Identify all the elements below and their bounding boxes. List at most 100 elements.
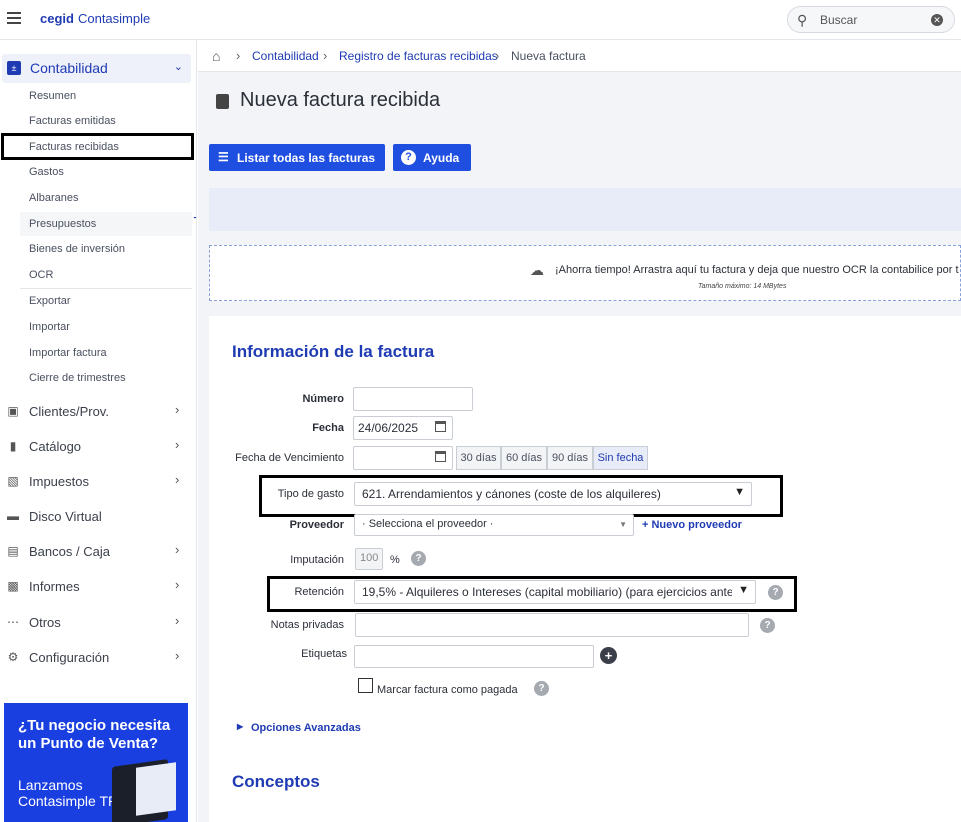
sidebar-item-label: Otros: [29, 615, 61, 630]
sidebar-item-label: Configuración: [29, 650, 110, 665]
chevron-right-icon: ›: [175, 402, 180, 417]
sidebar-section-label: Contabilidad: [30, 60, 108, 76]
pos-screen-image: [136, 762, 176, 816]
breadcrumb-item-current: Nueva factura: [511, 49, 586, 63]
help-icon[interactable]: ?: [534, 681, 549, 696]
fecha-value: 24/06/2025: [358, 421, 419, 435]
fecha-input[interactable]: 24/06/2025: [353, 416, 453, 440]
chevron-down-icon: ▼: [738, 584, 749, 596]
hard-drive-icon: ▬: [7, 509, 19, 523]
sidebar-item-otros[interactable]: ⋯ Otros ›: [0, 608, 195, 638]
sidebar-item-catalogo[interactable]: ▮ Catálogo ›: [0, 432, 195, 462]
numero-label: Número: [302, 393, 344, 405]
document-icon: [216, 94, 229, 109]
sidebar-subitem-presupuestos[interactable]: Presupuestos: [29, 218, 96, 230]
sidebar-item-impuestos[interactable]: ▧ Impuestos ›: [0, 467, 195, 497]
list-icon: ☰: [218, 150, 229, 164]
chevron-right-icon: ›: [175, 648, 180, 663]
sidebar-subitem-importar-factura[interactable]: Importar factura: [29, 347, 107, 359]
tipo-gasto-label: Tipo de gasto: [277, 488, 344, 500]
pagada-label: Marcar factura como pagada: [377, 684, 518, 696]
catalog-icon: ▮: [9, 439, 17, 453]
ocr-text: ¡Ahorra tiempo! Arrastra aquí tu factura…: [555, 264, 959, 276]
sidebar-subitem-resumen[interactable]: Resumen: [29, 90, 76, 102]
top-bar: cegid Contasimple ⚲ Buscar ✕: [0, 0, 961, 40]
sidebar-subitem-ocr[interactable]: OCR: [29, 269, 53, 281]
vencimiento-30-dias[interactable]: 30 días: [456, 446, 501, 470]
sidebar-item-informes[interactable]: ▩ Informes ›: [0, 572, 195, 602]
promo-headline: ¿Tu negocio necesita un Punto de Venta?: [18, 717, 171, 752]
tipo-gasto-select[interactable]: 621. Arrendamientos y cánones (coste de …: [354, 482, 752, 506]
invoice-form-card: Información de la factura Número Fecha 2…: [209, 316, 961, 822]
sidebar-subitem-facturas-emitidas[interactable]: Facturas emitidas: [29, 115, 116, 127]
calendar-icon[interactable]: [435, 451, 446, 462]
notas-textarea[interactable]: [355, 613, 749, 637]
clear-icon[interactable]: ✕: [931, 14, 943, 26]
help-button[interactable]: ? Ayuda: [393, 144, 471, 171]
sidebar-item-clientes[interactable]: ▣ Clientes/Prov. ›: [0, 397, 195, 427]
breadcrumb-separator: ›: [323, 48, 328, 63]
chevron-right-icon: ›: [175, 472, 180, 487]
more-dots-icon: ⋯: [7, 615, 19, 629]
home-icon[interactable]: ⌂: [212, 48, 220, 64]
ocr-dropzone[interactable]: ☁ ¡Ahorra tiempo! Arrastra aquí tu factu…: [209, 245, 961, 301]
tipo-gasto-value: 621. Arrendamientos y cánones (coste de …: [362, 487, 661, 501]
help-icon[interactable]: ?: [760, 618, 775, 633]
pagada-checkbox[interactable]: [358, 678, 373, 693]
list-all-invoices-button[interactable]: ☰ Listar todas las facturas: [209, 144, 385, 171]
retencion-label: Retención: [294, 586, 344, 598]
vencimiento-input[interactable]: [353, 446, 453, 470]
cloud-upload-icon: ☁: [530, 262, 544, 278]
sidebar-item-configuracion[interactable]: ⚙ Configuración ›: [0, 643, 195, 673]
proveedor-select[interactable]: · Selecciona el proveedor · ▼: [354, 514, 634, 536]
sidebar-item-label: Bancos / Caja: [29, 544, 110, 559]
sidebar-subitem-bienes[interactable]: Bienes de inversión: [29, 243, 125, 255]
proveedor-placeholder: · Selecciona el proveedor ·: [362, 518, 494, 530]
sidebar: ± Contabilidad ⌄ Resumen Facturas emitid…: [0, 40, 197, 822]
menu-icon[interactable]: [7, 12, 21, 24]
conceptos-title: Conceptos: [232, 772, 320, 791]
breadcrumb-item-contabilidad[interactable]: Contabilidad: [252, 49, 319, 63]
breadcrumb-separator: ›: [495, 48, 500, 63]
sidebar-subitem-albaranes[interactable]: Albaranes: [29, 192, 79, 204]
sidebar-divider: [20, 288, 192, 289]
search-placeholder: Buscar: [820, 13, 858, 27]
app-logo[interactable]: cegid Contasimple: [40, 11, 150, 26]
ocr-max-size: Tamaño máximo: 14 MBytes: [698, 283, 787, 290]
search-input[interactable]: ⚲ Buscar ✕: [787, 6, 955, 33]
breadcrumb-item-registro[interactable]: Registro de facturas recibidas: [339, 49, 498, 63]
sidebar-item-label: Disco Virtual: [29, 509, 102, 524]
breadcrumb: ⌂ › Contabilidad › Registro de facturas …: [198, 40, 961, 72]
sidebar-section-contabilidad[interactable]: ± Contabilidad ⌄: [2, 54, 191, 83]
retencion-select[interactable]: 19,5% - Alquileres o Intereses (capital …: [354, 580, 756, 604]
etiquetas-input[interactable]: [354, 645, 594, 668]
sidebar-subitem-importar[interactable]: Importar: [29, 321, 70, 333]
calendar-icon[interactable]: [435, 421, 446, 432]
sidebar-subitem-exportar[interactable]: Exportar: [29, 295, 71, 307]
sidebar-item-label: Clientes/Prov.: [29, 404, 109, 419]
nuevo-proveedor-link[interactable]: + Nuevo proveedor: [642, 519, 742, 531]
vencimiento-sin-fecha[interactable]: Sin fecha: [593, 446, 648, 470]
sidebar-item-disco-virtual[interactable]: ▬ Disco Virtual: [0, 502, 195, 532]
help-icon[interactable]: ?: [411, 551, 426, 566]
vencimiento-60-dias[interactable]: 60 días: [501, 446, 547, 470]
chevron-down-icon: ▼: [619, 520, 627, 529]
help-icon[interactable]: ?: [768, 585, 783, 600]
opciones-avanzadas-link[interactable]: Opciones Avanzadas: [251, 722, 361, 734]
imputacion-input[interactable]: 100: [355, 548, 383, 570]
chevron-down-icon: ▼: [734, 486, 745, 498]
numero-input[interactable]: [353, 387, 473, 411]
sidebar-item-bancos[interactable]: ▤ Bancos / Caja ›: [0, 537, 195, 567]
chevron-right-icon: ›: [175, 437, 180, 452]
promo-banner[interactable]: ¿Tu negocio necesita un Punto de Venta? …: [4, 703, 188, 822]
sidebar-item-label: Informes: [29, 579, 80, 594]
vencimiento-90-dias[interactable]: 90 días: [547, 446, 593, 470]
add-presupuesto-icon[interactable]: +: [193, 210, 196, 228]
info-strip: [209, 188, 961, 231]
brand-name: Contasimple: [77, 11, 151, 26]
sidebar-item-label: Catálogo: [29, 439, 82, 454]
sidebar-subitem-cierre[interactable]: Cierre de trimestres: [29, 372, 126, 384]
add-tag-icon[interactable]: +: [600, 647, 617, 664]
sidebar-subitem-gastos[interactable]: Gastos: [29, 166, 64, 178]
bank-icon: ▤: [7, 544, 19, 558]
